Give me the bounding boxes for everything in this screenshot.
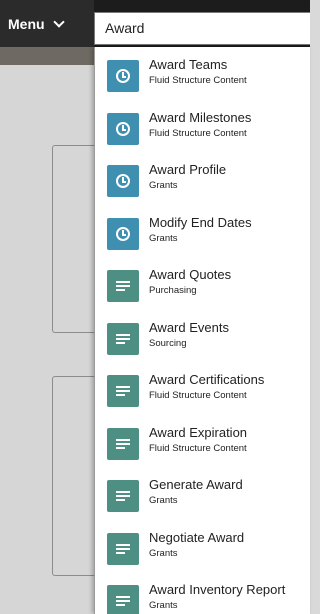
search-value: Award xyxy=(105,20,145,36)
result-title: Award Events xyxy=(149,319,229,335)
clock-icon xyxy=(107,217,139,250)
background-banner xyxy=(0,47,94,65)
document-icon xyxy=(107,585,139,614)
document-icon xyxy=(107,480,139,512)
result-title: Modify End Dates xyxy=(149,214,252,230)
menu-button[interactable]: Menu xyxy=(0,0,94,47)
result-title: Award Certifications xyxy=(149,372,265,387)
result-item[interactable]: Award Events Sourcing xyxy=(95,310,310,363)
result-title: Award Teams xyxy=(149,57,228,72)
document-icon xyxy=(107,322,139,355)
result-subtitle: Grants xyxy=(149,495,178,506)
result-title: Award Milestones xyxy=(149,109,252,125)
chevron-down-icon xyxy=(52,15,65,28)
result-item[interactable]: Negotiate Award Grants xyxy=(95,520,310,573)
result-title: Award Profile xyxy=(149,162,227,177)
result-title: Award Inventory Report xyxy=(149,582,286,597)
result-item[interactable]: Award Teams Fluid Structure Content xyxy=(95,47,310,100)
result-item[interactable]: Generate Award Grants xyxy=(95,467,310,520)
result-subtitle: Fluid Structure Content xyxy=(149,75,247,86)
top-bar: Menu Award xyxy=(0,0,310,47)
clock-icon xyxy=(107,60,139,92)
result-item[interactable]: Award Inventory Report Grants xyxy=(95,572,310,614)
result-title: Generate Award xyxy=(149,477,243,492)
result-subtitle: Grants xyxy=(149,232,178,244)
document-icon xyxy=(107,532,139,565)
result-subtitle: Fluid Structure Content xyxy=(149,390,247,401)
result-title: Award Quotes xyxy=(149,267,232,282)
menu-label: Menu xyxy=(8,15,45,32)
result-subtitle: Purchasing xyxy=(149,285,197,296)
search-input[interactable]: Award xyxy=(94,12,310,45)
result-subtitle: Fluid Structure Content xyxy=(149,442,247,454)
document-icon xyxy=(107,270,139,302)
result-item[interactable]: Award Milestones Fluid Structure Content xyxy=(95,100,310,153)
result-subtitle: Fluid Structure Content xyxy=(149,127,247,139)
result-title: Negotiate Award xyxy=(149,529,245,545)
result-subtitle: Sourcing xyxy=(149,337,187,349)
result-subtitle: Grants xyxy=(149,547,178,559)
result-subtitle: Grants xyxy=(149,600,178,611)
clock-icon xyxy=(107,165,139,197)
result-title: Award Expiration xyxy=(149,424,248,440)
background-tile xyxy=(52,145,94,333)
search-results-dropdown: Award Teams Fluid Structure Content Award… xyxy=(94,47,310,614)
result-item[interactable]: Modify End Dates Grants xyxy=(95,205,310,258)
result-item[interactable]: Award Expiration Fluid Structure Content xyxy=(95,415,310,468)
result-item[interactable]: Award Quotes Purchasing xyxy=(95,257,310,310)
document-icon xyxy=(107,375,139,407)
document-icon xyxy=(107,427,139,460)
background-tile xyxy=(52,376,94,576)
result-item[interactable]: Award Certifications Fluid Structure Cont… xyxy=(95,362,310,415)
clock-icon xyxy=(107,112,139,145)
result-subtitle: Grants xyxy=(149,180,178,191)
result-item[interactable]: Award Profile Grants xyxy=(95,152,310,205)
